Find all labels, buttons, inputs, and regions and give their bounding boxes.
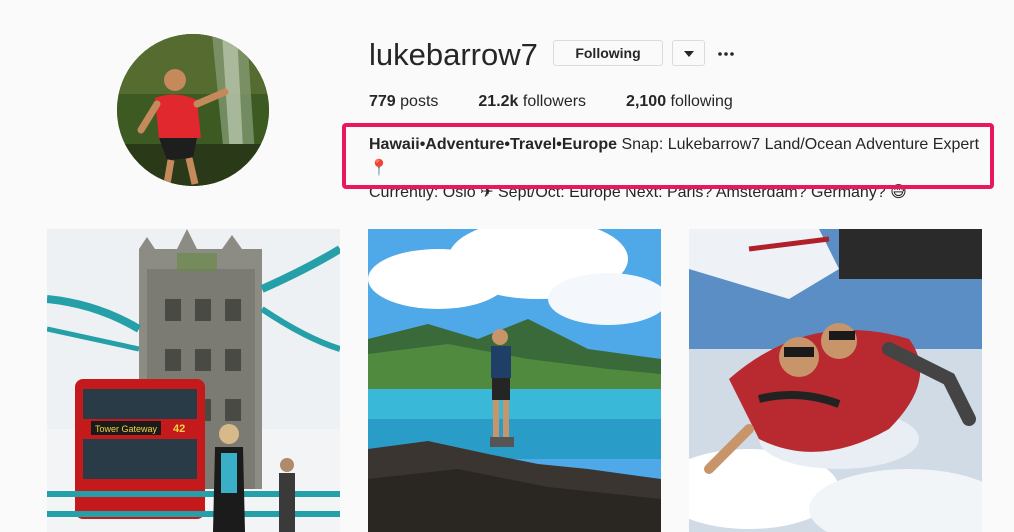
profile-stats: 779 posts 21.2k followers 2,100 followin… [369, 93, 773, 111]
posts-label: posts [400, 93, 439, 110]
followers-label: followers [522, 93, 587, 110]
following-button[interactable]: Following [553, 40, 663, 66]
more-options-button[interactable] [716, 42, 736, 62]
bus-route-number: 42 [173, 423, 185, 435]
ellipsis-icon [718, 43, 734, 61]
following-stat[interactable]: 2,100 following [626, 93, 733, 111]
posts-stat: 779 posts [369, 93, 438, 111]
posts-count: 779 [369, 93, 396, 110]
caret-down-icon [683, 44, 694, 62]
followers-count: 21.2k [478, 93, 519, 110]
bus-destination-sign: Tower Gateway [95, 424, 158, 434]
post-thumbnail[interactable] [368, 229, 661, 532]
suggested-dropdown-button[interactable] [672, 40, 705, 66]
following-count: 2,100 [626, 93, 667, 110]
profile-avatar[interactable] [117, 34, 269, 186]
bio-highlight-box [342, 123, 994, 189]
profile-username: lukebarrow7 [369, 37, 538, 72]
post-thumbnail[interactable]: Tower Gateway 42 [47, 229, 340, 532]
post-thumbnail[interactable] [689, 229, 982, 532]
following-label: following [670, 93, 733, 110]
followers-stat[interactable]: 21.2k followers [478, 93, 586, 111]
